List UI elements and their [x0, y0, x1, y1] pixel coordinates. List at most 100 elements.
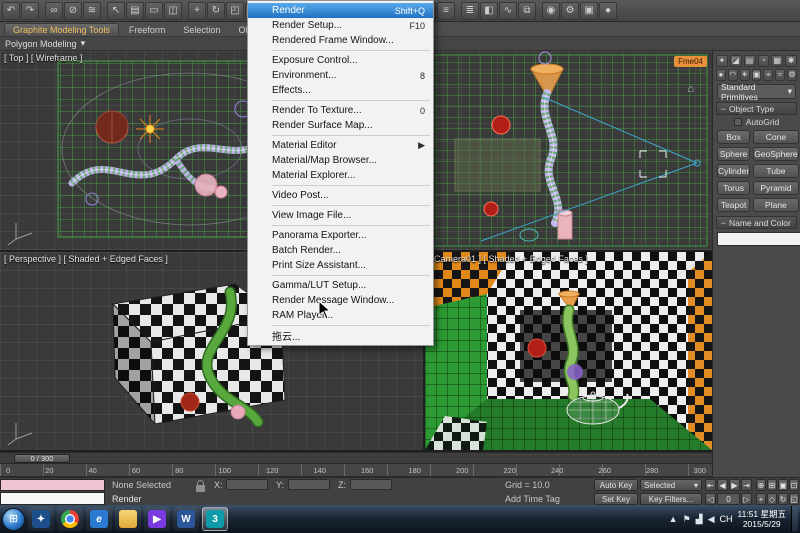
- menu-item-render-surface-map[interactable]: Render Surface Map...: [248, 118, 433, 133]
- menu-item-render[interactable]: RenderShift+Q: [248, 3, 433, 18]
- sphere-object-red[interactable]: [96, 111, 128, 143]
- lock-selection-icon[interactable]: [196, 485, 205, 492]
- set-key-button[interactable]: Set Key: [594, 493, 638, 505]
- cone-button[interactable]: Cone: [753, 130, 798, 144]
- zoom-extents-icon[interactable]: ▣: [778, 479, 788, 491]
- layer-manager-icon[interactable]: ≣: [461, 2, 479, 20]
- menu-item-video-post[interactable]: Video Post...: [248, 188, 433, 203]
- name-color-rollout-header[interactable]: − Name and Color: [716, 216, 797, 229]
- menu-item-panorama-exporter[interactable]: Panorama Exporter...: [248, 228, 433, 243]
- start-button[interactable]: ⊞: [2, 508, 25, 531]
- curve-editor-icon[interactable]: ∿: [499, 2, 517, 20]
- time-slider-track[interactable]: 0 / 300: [0, 452, 712, 464]
- display-tab-icon[interactable]: ▦: [771, 55, 783, 67]
- viewport-camera-label[interactable]: [ Camera01 ] [ Shaded + Edged Faces ]: [429, 254, 588, 264]
- shapes-icon[interactable]: ◠: [728, 69, 738, 81]
- sphere-object-red[interactable]: [181, 393, 199, 411]
- menu-item-render-setup[interactable]: Render Setup...F10: [248, 18, 433, 33]
- previous-frame-button[interactable]: ◀: [717, 479, 728, 491]
- menu-item-render-to-texture[interactable]: Render To Texture...0: [248, 103, 433, 118]
- polygon-modeling-panel[interactable]: Polygon Modeling: [5, 39, 77, 49]
- play-button[interactable]: ▶: [729, 479, 740, 491]
- viewcube-home-icon[interactable]: ⌂: [687, 83, 694, 95]
- menu-item-render-message-window[interactable]: Render Message Window...: [248, 293, 433, 308]
- sphere-object-red[interactable]: [528, 339, 546, 357]
- taskbar-media-player[interactable]: ▶: [144, 507, 170, 531]
- menu-item-effects[interactable]: Effects...: [248, 83, 433, 98]
- object-name-field[interactable]: [717, 232, 800, 246]
- select-scale-icon[interactable]: ◰: [226, 2, 244, 20]
- redo-icon[interactable]: ↷: [21, 2, 39, 20]
- select-move-icon[interactable]: +: [188, 2, 206, 20]
- orbit-icon[interactable]: ↻: [778, 493, 788, 505]
- tab-selection[interactable]: Selection: [175, 24, 228, 36]
- cylinder-button[interactable]: Cylinder: [717, 164, 750, 178]
- rendered-frame-icon[interactable]: ▣: [580, 2, 598, 20]
- time-slider-handle[interactable]: 0 / 300: [14, 454, 70, 463]
- geosphere-button[interactable]: GeoSphere: [753, 147, 798, 161]
- sphere-object-red[interactable]: [492, 116, 510, 134]
- lights-icon[interactable]: ✶: [740, 69, 750, 81]
- menu-item-view-image-file[interactable]: View Image File...: [248, 208, 433, 223]
- box-button[interactable]: Box: [717, 130, 750, 144]
- teapot-button[interactable]: Teapot: [717, 198, 750, 212]
- menu-item-material-explorer[interactable]: Material Explorer...: [248, 168, 433, 183]
- window-crossing-icon[interactable]: ◫: [164, 2, 182, 20]
- align-icon[interactable]: ≡: [437, 2, 455, 20]
- zoom-icon[interactable]: ⊕: [756, 479, 766, 491]
- utilities-tab-icon[interactable]: ✱: [785, 55, 797, 67]
- zoom-all-icon[interactable]: ⊞: [767, 479, 777, 491]
- taskbar-3ds-max[interactable]: 3: [202, 507, 228, 531]
- menu-item-gamma-lut-setup[interactable]: Gamma/LUT Setup...: [248, 278, 433, 293]
- macro-recorder-field[interactable]: [0, 479, 105, 491]
- pyramid-button[interactable]: Pyramid: [753, 181, 798, 195]
- select-link-icon[interactable]: ∞: [45, 2, 63, 20]
- menu-item-exposure-control[interactable]: Exposure Control...: [248, 53, 433, 68]
- menu-item-batch-render[interactable]: Batch Render...: [248, 243, 433, 258]
- z-coordinate-field[interactable]: [350, 479, 392, 490]
- select-rotate-icon[interactable]: ↻: [207, 2, 225, 20]
- pan-icon[interactable]: +: [756, 493, 766, 505]
- sphere-object-purple[interactable]: [567, 364, 583, 380]
- go-to-start-button[interactable]: ⇤: [705, 479, 716, 491]
- undo-icon[interactable]: ↶: [2, 2, 20, 20]
- y-coordinate-field[interactable]: [288, 479, 330, 490]
- helpers-icon[interactable]: ⌖: [763, 69, 773, 81]
- create-tab-icon[interactable]: ✦: [716, 55, 728, 67]
- menu-item-material-editor[interactable]: Material Editor▶: [248, 138, 433, 153]
- go-to-end-button[interactable]: ⇥: [741, 479, 752, 491]
- volume-icon[interactable]: ◀: [708, 514, 715, 525]
- next-key-button[interactable]: ▷: [741, 493, 752, 505]
- zoom-region-icon[interactable]: ⊡: [789, 479, 799, 491]
- object-type-rollout-header[interactable]: − Object Type: [716, 102, 797, 115]
- sphere-object-red[interactable]: [484, 202, 498, 216]
- network-icon[interactable]: ▟: [696, 514, 703, 525]
- previous-key-button[interactable]: ◁: [705, 493, 716, 505]
- schematic-view-icon[interactable]: ⧉: [518, 2, 536, 20]
- action-center-icon[interactable]: ⚑: [683, 514, 691, 525]
- unlink-icon[interactable]: ⊘: [64, 2, 82, 20]
- plane-object[interactable]: [455, 139, 540, 191]
- viewport-camera[interactable]: [ Camera01 ] [ Shaded + Edged Faces ]: [425, 252, 712, 450]
- key-filters-button[interactable]: Key Filters...: [640, 493, 702, 505]
- taskbar-clock[interactable]: 11:51 星期五 2015/5/29: [737, 509, 786, 529]
- select-by-name-icon[interactable]: ▤: [126, 2, 144, 20]
- bind-spacewarp-icon[interactable]: ≋: [83, 2, 101, 20]
- taskbar-file-explorer[interactable]: [115, 507, 141, 531]
- selection-set-dropdown[interactable]: Selected ▾: [640, 479, 702, 491]
- spacewarps-icon[interactable]: ≈: [775, 69, 785, 81]
- sphere-object-pink[interactable]: [231, 405, 245, 419]
- maxscript-listener-field[interactable]: [0, 492, 105, 505]
- menu-item-print-size-assistant[interactable]: Print Size Assistant...: [248, 258, 433, 273]
- starburst-object[interactable]: [136, 115, 164, 143]
- viewport-perspective-label[interactable]: [ Perspective ] [ Shaded + Edged Faces ]: [4, 254, 168, 264]
- add-time-tag[interactable]: Add Time Tag: [505, 494, 560, 504]
- primitives-dropdown[interactable]: Standard Primitives ▾: [717, 84, 796, 99]
- tube-object-green[interactable]: [568, 310, 574, 396]
- viewport-front[interactable]: Fme04 ⌂: [425, 51, 712, 250]
- systems-icon[interactable]: ⚙: [787, 69, 797, 81]
- ribbon-toggle-icon[interactable]: ◧: [480, 2, 498, 20]
- show-desktop-button[interactable]: [791, 506, 798, 532]
- tab-freeform[interactable]: Freeform: [121, 24, 174, 36]
- viewport-top-label[interactable]: [ Top ] [ Wireframe ]: [4, 53, 82, 63]
